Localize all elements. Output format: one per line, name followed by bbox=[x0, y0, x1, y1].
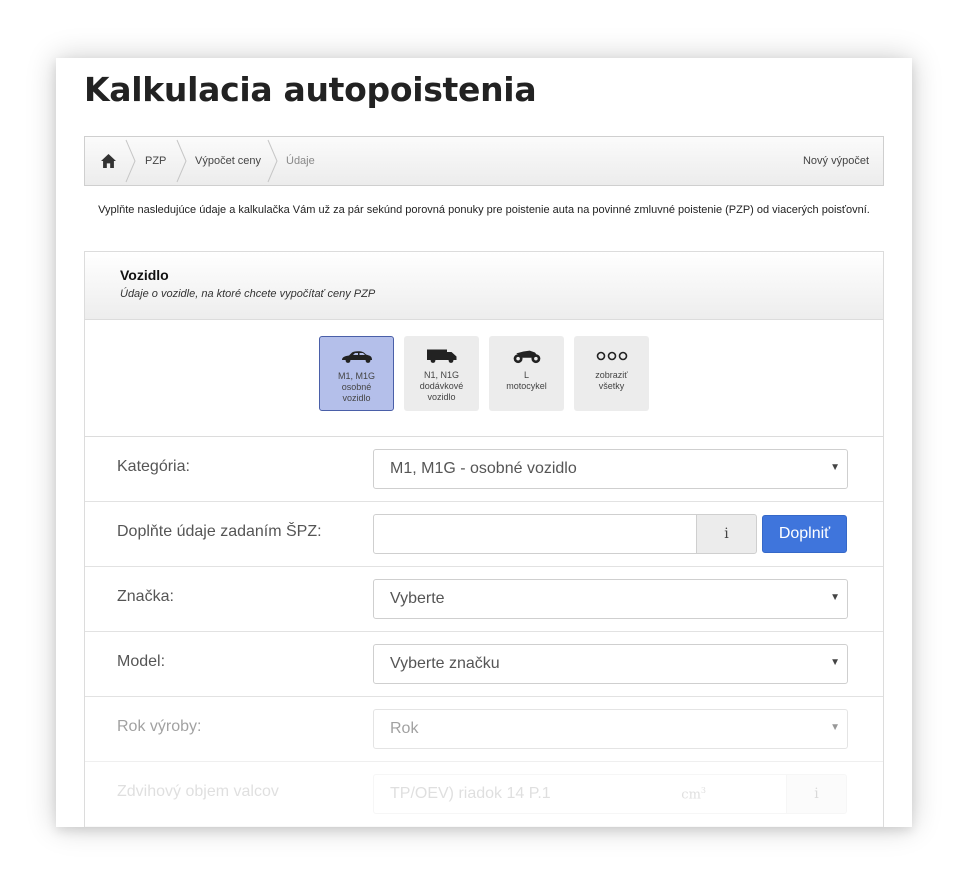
engine-volume-label: Zdvihový objem valcov bbox=[117, 783, 279, 800]
engine-volume-placeholder: TP/OEV) riadok 14 P.1 bbox=[390, 785, 551, 802]
engine-volume-unit: cm3 bbox=[681, 786, 706, 803]
vehicle-type-label: Lmotocykel bbox=[506, 370, 547, 391]
spz-input[interactable] bbox=[373, 514, 697, 554]
vehicle-type-car[interactable]: M1, M1G osobné vozidlo bbox=[319, 336, 394, 411]
category-select[interactable]: M1, M1G - osobné vozidlo ▼ bbox=[373, 449, 848, 489]
category-select-value: M1, M1G - osobné vozidlo bbox=[390, 460, 577, 477]
van-icon bbox=[426, 349, 456, 363]
breadcrumb-item-pzp[interactable]: PZP bbox=[145, 137, 166, 185]
vehicle-type-motorcycle[interactable]: Lmotocykel bbox=[489, 336, 564, 411]
vehicle-type-label: zobraziť všetky bbox=[595, 370, 628, 391]
chevron-down-icon: ▼ bbox=[830, 722, 840, 733]
model-select[interactable]: Vyberte značku ▼ bbox=[373, 644, 848, 684]
breadcrumb-separator bbox=[176, 139, 187, 183]
form-row-brand: Značka: Vyberte ▼ bbox=[85, 567, 883, 632]
page-title: Kalkulacia autopoistenia bbox=[84, 70, 537, 109]
model-label: Model: bbox=[117, 653, 166, 670]
vehicle-type-selector: M1, M1G osobné vozidlo N1, N1G dodávkové voz… bbox=[85, 320, 883, 437]
form-row-year: Rok výroby: Rok ▼ bbox=[85, 697, 883, 762]
motorcycle-icon bbox=[513, 350, 540, 364]
model-select-value: Vyberte značku bbox=[390, 655, 500, 672]
chevron-down-icon: ▼ bbox=[830, 657, 840, 668]
breadcrumb: PZP Výpočet ceny Údaje Nový výpočet bbox=[84, 136, 884, 186]
breadcrumb-item-udaje: Údaje bbox=[286, 155, 315, 167]
section-title: Vozidlo bbox=[120, 267, 169, 283]
vehicle-type-van[interactable]: N1, N1G dodávkové vozidlo bbox=[404, 336, 479, 411]
fill-button[interactable]: Doplniť bbox=[762, 515, 847, 553]
year-label: Rok výroby: bbox=[117, 718, 202, 735]
breadcrumb-item-vypocet-ceny[interactable]: Výpočet ceny bbox=[195, 137, 261, 185]
vehicle-panel: Vozidlo Údaje o vozidle, na ktoré chcete… bbox=[84, 251, 884, 827]
vehicle-type-label: N1, N1G dodávkové vozidlo bbox=[419, 370, 464, 402]
breadcrumb-separator bbox=[267, 139, 278, 183]
vehicle-type-show-all[interactable]: zobraziť všetky bbox=[574, 336, 649, 411]
section-subtitle: Údaje o vozidle, na ktoré chcete vypočít… bbox=[120, 288, 376, 300]
breadcrumb-home[interactable] bbox=[100, 137, 116, 185]
spz-label: Doplňte údaje zadaním ŠPZ: bbox=[117, 523, 322, 540]
new-calculation-link[interactable]: Nový výpočet bbox=[803, 137, 869, 185]
year-select-value: Rok bbox=[390, 720, 419, 737]
year-select[interactable]: Rok ▼ bbox=[373, 709, 848, 749]
form-row-model: Model: Vyberte značku ▼ bbox=[85, 632, 883, 697]
engine-volume-input[interactable]: TP/OEV) riadok 14 P.1 cm3 bbox=[373, 774, 787, 814]
form-row-engine-volume: Zdvihový objem valcov TP/OEV) riadok 14 … bbox=[85, 762, 883, 827]
more-icon bbox=[596, 351, 627, 361]
form-row-category: Kategória: M1, M1G - osobné vozidlo ▼ bbox=[85, 437, 883, 502]
vehicle-type-label: M1, M1G osobné vozidlo bbox=[337, 371, 375, 403]
main-card: Kalkulacia autopoistenia PZP Výpočet cen… bbox=[56, 58, 912, 827]
category-label: Kategória: bbox=[117, 458, 190, 475]
chevron-down-icon: ▼ bbox=[830, 592, 840, 603]
panel-header: Vozidlo Údaje o vozidle, na ktoré chcete… bbox=[85, 252, 883, 320]
car-icon bbox=[341, 351, 372, 363]
form-row-spz: Doplňte údaje zadaním ŠPZ: i Doplniť bbox=[85, 502, 883, 567]
engine-info-button[interactable]: i bbox=[786, 774, 847, 814]
brand-label: Značka: bbox=[117, 588, 174, 605]
spz-info-button[interactable]: i bbox=[696, 514, 757, 554]
intro-text: Vyplňte nasledujúce údaje a kalkulačka V… bbox=[98, 204, 870, 216]
chevron-down-icon: ▼ bbox=[830, 462, 840, 473]
breadcrumb-separator bbox=[125, 139, 136, 183]
brand-select-value: Vyberte bbox=[390, 590, 445, 607]
home-icon bbox=[100, 154, 116, 168]
brand-select[interactable]: Vyberte ▼ bbox=[373, 579, 848, 619]
